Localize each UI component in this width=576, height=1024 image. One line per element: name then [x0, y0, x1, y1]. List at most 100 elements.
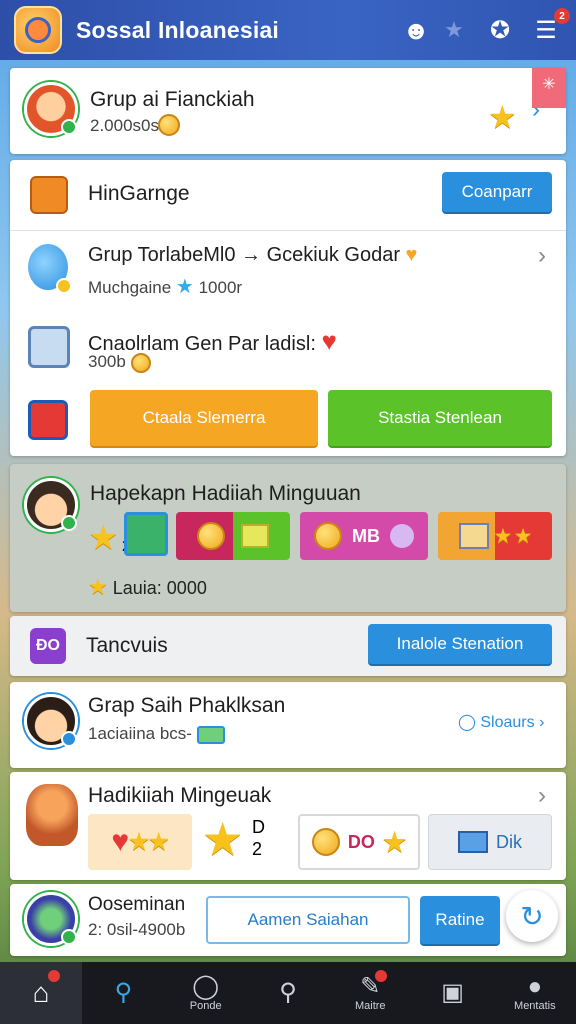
chevron-right-icon[interactable]: › — [538, 242, 546, 270]
chevron-right-icon[interactable]: › — [538, 782, 546, 810]
notification-dot — [48, 970, 61, 982]
ranked-group-badge-icon — [56, 278, 72, 294]
ranked-group-subtitle-right: 1000r — [198, 278, 243, 297]
ranked-group-subtitle: Muchgaine ★ 1000r — [88, 274, 242, 299]
tarcvuis-card: ĐO Tancvuis Inalole Stenation — [10, 616, 566, 676]
ctaala-button[interactable]: Ctaala Slemerra — [90, 390, 318, 446]
weekly-reward-2-title: Hadikiiah Mingeuak — [88, 784, 272, 807]
group-search-subtitle: 1aciaiina bcs- — [88, 724, 225, 744]
corner-ribbon: ✳ — [532, 68, 566, 108]
search-icon: ⚲ — [279, 979, 297, 1006]
profile-card[interactable]: Ooseminan 2: 0sil-4900b Aamen Saiahan Ra… — [10, 884, 566, 956]
nav-ponde-label: Ponde — [189, 1000, 222, 1012]
bear-mascot-icon — [26, 784, 78, 846]
coin-icon — [197, 522, 225, 550]
nav-square[interactable]: ▣ — [411, 962, 493, 1024]
refresh-fab-icon[interactable]: ↻ — [506, 890, 558, 942]
star-icon: ★ — [488, 99, 517, 135]
avatar — [24, 892, 78, 946]
group-search-card[interactable]: Grap Saih Phaklksan 1aciaiina bcs- ◯ Slo… — [10, 682, 566, 768]
reward-2-count-bottom: 2 — [252, 839, 263, 859]
menu-icon[interactable]: ☰ 2 — [530, 8, 570, 46]
dik-tile[interactable]: Dik — [428, 814, 552, 870]
weekly-reward-title: Hapekapn Hadiiah Minguuan — [90, 482, 361, 505]
open-game-button[interactable]: Coanparr — [442, 172, 552, 212]
chest-tile[interactable]: ★ ★ — [438, 512, 552, 560]
box-icon — [241, 524, 269, 548]
online-status-icon — [61, 515, 77, 531]
weekly-reward-card[interactable]: Hapekapn Hadiiah Minguuan ★ 2 MB ★ ★ ★ L… — [10, 464, 566, 612]
ranked-group-subtitle-left: Muchgaine — [88, 278, 172, 297]
coin-icon — [314, 522, 342, 550]
reward-2-count-top: D — [252, 817, 265, 837]
profile-title: Ooseminan — [88, 894, 186, 915]
user-icon: ● — [527, 973, 543, 1000]
avatar — [24, 694, 78, 748]
avatar — [24, 478, 78, 532]
location-icon: ◯ — [458, 714, 476, 731]
star-icon: ★ — [494, 525, 511, 546]
nav-maitre[interactable]: ✎ Maitre — [329, 962, 411, 1024]
coin-icon — [311, 828, 340, 856]
star-badge-icon[interactable]: ✪ — [484, 14, 516, 46]
aamen-button[interactable]: Aamen Saiahan — [206, 896, 410, 944]
group-invite-title: Grup ai Fianckiah — [90, 88, 255, 111]
mb-label: MB — [352, 525, 380, 546]
coin-icon — [158, 114, 180, 136]
game-list-card: HinGarnge Coanparr Grup TorlabeMl0 → Gce… — [10, 160, 566, 456]
online-status-icon — [61, 119, 77, 135]
online-status-icon — [61, 929, 77, 945]
nav-search-2[interactable]: ⚲ — [247, 962, 329, 1024]
nav-mentatis[interactable]: ● Mentatis — [494, 962, 576, 1024]
smiley-icon[interactable]: ☻ — [400, 14, 432, 46]
challenge-count-text: 300b — [88, 352, 126, 371]
menu-badge: 2 — [554, 8, 570, 24]
logo-icon[interactable] — [14, 6, 62, 54]
coin-tile[interactable] — [176, 512, 290, 560]
sloaurs-link[interactable]: ◯ Sloaurs › — [458, 712, 544, 732]
heart-icon: ♥ — [321, 326, 337, 356]
heart-icon: ♥ — [111, 825, 130, 858]
gift-box-icon — [28, 400, 68, 440]
star-icon: ★ — [129, 829, 149, 854]
star-icon: ★ — [88, 519, 119, 557]
stastia-button[interactable]: Stastia Stenlean — [328, 390, 552, 446]
do-tile-label: DO — [347, 831, 375, 852]
star-icon: ★ — [148, 829, 169, 854]
reward-total: ★ Lauia: 0000 — [88, 574, 207, 600]
ratine-button[interactable]: Ratine — [420, 896, 500, 944]
ranked-group-title: Grup TorlabeMl0 → Gcekiuk Godar ♥ — [88, 244, 417, 267]
mb-tile[interactable]: MB — [300, 512, 428, 560]
card-icon — [458, 831, 488, 853]
avatar — [24, 82, 78, 136]
star-icon: ★ — [88, 574, 108, 599]
heart-stars-tile[interactable]: ♥ ★ ★ — [88, 814, 192, 870]
group-search-subtitle-text: 1aciaiina bcs- — [88, 724, 192, 743]
divider — [10, 230, 566, 231]
coin-icon — [130, 352, 151, 373]
challenge-count: 300b — [88, 352, 151, 373]
ticket-icon — [196, 725, 225, 744]
star-icon[interactable]: ★ — [438, 14, 470, 46]
weekly-reward-card-2[interactable]: Hadikiiah Mingeuak › ♥ ★ ★ ★ D 2 DO ★ Di… — [10, 772, 566, 880]
gem-card-tile — [124, 512, 168, 556]
do-tile[interactable]: DO ★ — [298, 814, 420, 870]
inalole-button[interactable]: Inalole Stenation — [368, 624, 552, 664]
group-invite-card[interactable]: Grup ai Fianckiah 2.000s0s ★ › ✳ — [10, 68, 566, 154]
profile-subtitle: 2: 0sil-4900b — [88, 920, 186, 939]
nav-search[interactable]: ⚲ — [82, 962, 164, 1024]
bottom-nav: ⌂ ⚲ ◯ Ponde ⚲ ✎ Maitre ▣ ● Mentatis — [0, 962, 576, 1024]
home-icon: ⌂ — [32, 977, 50, 1008]
star-icon: ★ — [175, 276, 194, 298]
group-search-title: Grap Saih Phaklksan — [88, 694, 286, 717]
nav-maitre-label: Maitre — [354, 1000, 386, 1012]
chevron-right-icon: › — [539, 714, 545, 731]
notification-dot — [375, 970, 388, 982]
sloaurs-link-text: Sloaurs — [480, 714, 535, 731]
circle-icon: ◯ — [192, 973, 220, 1000]
nav-home[interactable]: ⌂ — [0, 962, 83, 1024]
star-icon: ★ — [202, 813, 244, 865]
group-invite-subtitle: 2.000s0s — [90, 116, 159, 135]
tarcvuis-label: Tancvuis — [86, 634, 168, 657]
nav-ponde[interactable]: ◯ Ponde — [165, 962, 247, 1024]
